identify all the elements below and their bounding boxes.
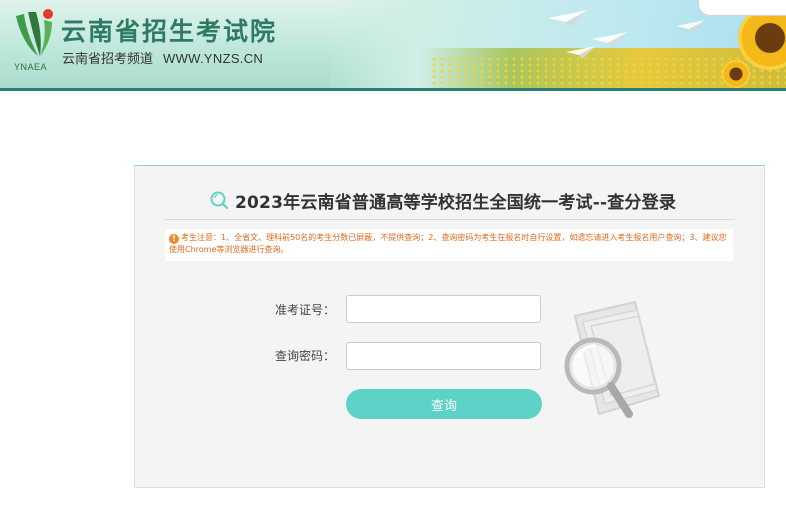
exam-id-label: 准考证号： [274, 303, 335, 317]
logo-caption: YNAEA [14, 62, 48, 72]
search-icon [210, 191, 229, 210]
password-label: 查询密码： [274, 349, 335, 363]
paper-plane-icon [548, 10, 588, 27]
magnifier-folder-icon [564, 300, 661, 418]
password-input[interactable] [346, 342, 541, 370]
warning-icon: ! [169, 234, 179, 244]
exam-id-input[interactable] [346, 295, 541, 323]
channel-name: 云南省招考频道 [62, 52, 154, 67]
login-panel: 2023年云南省普通高等学校招生全国统一考试--查分登录 ! 考生注意：1、全省文… [134, 165, 765, 488]
site-subtitle: 云南省招考频道 WWW.YNZS.CN [62, 48, 263, 67]
paper-plane-icon [676, 20, 706, 33]
header-divider [0, 88, 786, 91]
ynaea-logo-icon [16, 9, 53, 56]
paper-plane-icon [592, 32, 628, 47]
title-divider [165, 219, 735, 220]
site-url[interactable]: WWW.YNZS.CN [163, 51, 263, 66]
site-title[interactable]: 云南省招生考试院 [61, 12, 277, 48]
paper-plane-icon [566, 46, 596, 59]
sunflower-image [722, 60, 750, 88]
login-title-row: 2023年云南省普通高等学校招生全国统一考试--查分登录 [209, 187, 729, 213]
query-button[interactable]: 查询 [346, 389, 542, 419]
header-tab-corner [698, 0, 786, 16]
login-title: 2023年云南省普通高等学校招生全国统一考试--查分登录 [235, 192, 677, 213]
site-header: YNAEA 云南省招生考试院 云南省招考频道 WWW.YNZS.CN [0, 0, 786, 88]
notice-text: 考生注意：1、全省文、理科前50名的考生分数已屏蔽，不提供查询；2、查询密码为考… [169, 233, 727, 254]
notice-box: ! 考生注意：1、全省文、理科前50名的考生分数已屏蔽，不提供查询；2、查询密码为… [165, 229, 733, 261]
